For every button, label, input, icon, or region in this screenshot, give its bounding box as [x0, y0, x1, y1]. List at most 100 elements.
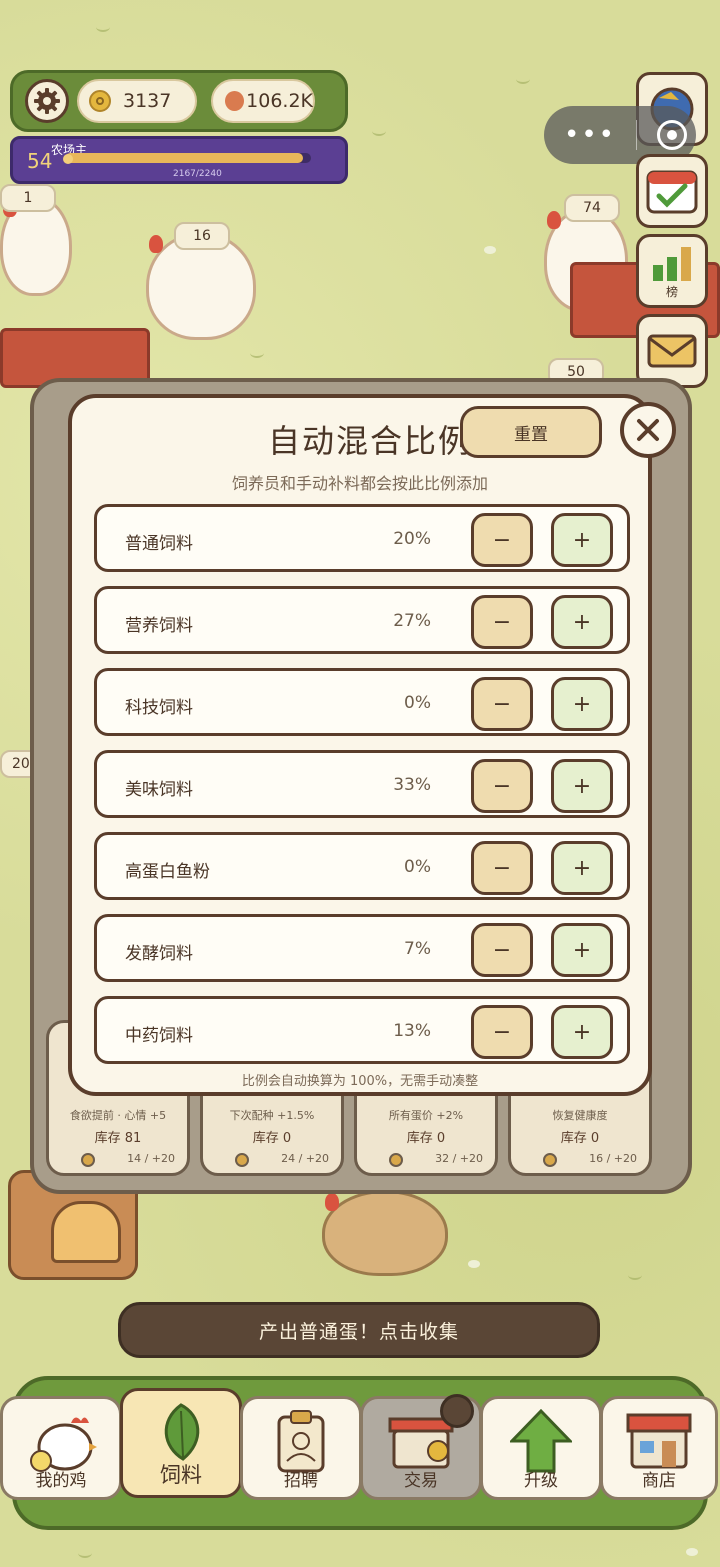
egg-value: 106.2K: [246, 90, 313, 112]
grass-tuft: [372, 126, 386, 136]
xp-knob: [63, 154, 73, 164]
mail-button[interactable]: [636, 314, 708, 388]
lock-icon: [440, 1394, 474, 1428]
nav-label: 商店: [642, 1471, 676, 1491]
up-arrow-icon: [510, 1409, 572, 1473]
coin-icon: [89, 90, 111, 112]
xp-text: 2167/2240: [173, 169, 222, 179]
egg-icon: [225, 91, 245, 111]
feed-card-effect: 所有蛋价 +2%: [388, 1109, 464, 1122]
feed-card-cost: 32 / +20: [435, 1152, 483, 1165]
feed-ratio-row: 普通饲料 20% − +: [94, 504, 630, 572]
decrease-button[interactable]: −: [471, 513, 533, 567]
chicken-count-tag: 16: [174, 222, 230, 250]
pebble: [484, 246, 496, 254]
decrease-button[interactable]: −: [471, 595, 533, 649]
grass-tuft: [96, 22, 110, 32]
capsule-divider: [636, 120, 637, 150]
feed-name: 普通饲料: [125, 534, 193, 554]
level-progress[interactable]: 农场主 54 2167/2240: [10, 136, 348, 184]
chicken-count-tag: 74: [564, 194, 620, 222]
feed-name: 发酵饲料: [125, 944, 193, 964]
close-target-icon[interactable]: [657, 120, 687, 150]
feed-percent: 27%: [393, 611, 431, 631]
feed-name: 中药饲料: [125, 1026, 193, 1046]
nav-upgrade[interactable]: 升级: [480, 1396, 602, 1500]
settings-button[interactable]: [25, 79, 69, 123]
nav-label: 交易: [404, 1471, 438, 1491]
increase-button[interactable]: +: [551, 1005, 613, 1059]
increase-button[interactable]: +: [551, 677, 613, 731]
leaderboard-label: 榜: [665, 284, 678, 299]
nav-label: 我的鸡: [35, 1471, 87, 1491]
leaderboard-button[interactable]: 榜: [636, 234, 708, 308]
gear-icon: [34, 88, 60, 114]
pebble: [686, 1548, 698, 1556]
decrease-button[interactable]: −: [471, 759, 533, 813]
close-button[interactable]: [620, 402, 676, 458]
feed-ratio-row: 科技饲料 0% − +: [94, 668, 630, 736]
feed-card-stock: 库存 0: [252, 1131, 292, 1146]
coin-value: 3137: [123, 90, 172, 112]
grass-tuft: [78, 1548, 92, 1558]
coin-icon: [81, 1153, 95, 1167]
nav-recruit[interactable]: 招聘: [240, 1396, 362, 1500]
decrease-button[interactable]: −: [471, 923, 533, 977]
feed-card-stock: 库存 0: [560, 1131, 600, 1146]
chicken-sprite[interactable]: [322, 1190, 448, 1276]
grass-tuft: [250, 348, 264, 358]
auto-mix-ratio-dialog: 自动混合比例 重置 饲养员和手动补料都会按此比例添加 普通饲料 20% − + …: [68, 394, 652, 1096]
increase-button[interactable]: +: [551, 759, 613, 813]
feed-percent: 33%: [393, 775, 431, 795]
nav-label: 饲料: [160, 1463, 202, 1487]
coin-icon: [543, 1153, 557, 1167]
more-icon[interactable]: •••: [564, 120, 614, 150]
feed-ratio-row: 发酵饲料 7% − +: [94, 914, 630, 982]
envelope-icon: [647, 334, 697, 368]
pebble: [468, 1260, 480, 1268]
feed-percent: 0%: [404, 857, 431, 877]
feed-ratio-row: 中药饲料 13% − +: [94, 996, 630, 1064]
egg-counter[interactable]: 106.2K: [211, 79, 315, 123]
close-icon: [637, 419, 659, 441]
increase-button[interactable]: +: [551, 595, 613, 649]
feed-card-effect: 恢复健康度: [552, 1109, 608, 1122]
xp-fill: [65, 153, 303, 163]
nav-feed[interactable]: 饲料: [120, 1388, 242, 1498]
dialog-title: 自动混合比例: [268, 422, 473, 460]
feed-card-stock: 库存 0: [406, 1131, 446, 1146]
level-number: 54: [27, 149, 53, 173]
increase-button[interactable]: +: [551, 841, 613, 895]
feed-percent: 20%: [393, 529, 431, 549]
nav-my-chickens[interactable]: 我的鸡: [0, 1396, 122, 1500]
grass-tuft: [516, 74, 530, 84]
increase-button[interactable]: +: [551, 513, 613, 567]
decrease-button[interactable]: −: [471, 841, 533, 895]
coin-icon: [235, 1153, 249, 1167]
feed-card-effect: 食欲提前 · 心情 +5: [69, 1109, 167, 1122]
feed-name: 营养饲料: [125, 616, 193, 636]
reset-button[interactable]: 重置: [460, 406, 602, 458]
decrease-button[interactable]: −: [471, 1005, 533, 1059]
calendar-check-icon: [646, 170, 698, 214]
feed-name: 科技饲料: [125, 698, 193, 718]
bar-chart-icon: [653, 246, 691, 281]
dialog-footnote: 比例会自动换算为 100%，无需手动凑整: [241, 1074, 479, 1089]
increase-button[interactable]: +: [551, 923, 613, 977]
xp-track: [65, 153, 311, 163]
shop-icon: [626, 1413, 692, 1469]
feed-card-effect: 下次配种 +1.5%: [229, 1109, 315, 1122]
feed-card-cost: 24 / +20: [281, 1152, 329, 1165]
feed-card-cost: 16 / +20: [589, 1152, 637, 1165]
nav-shop[interactable]: 商店: [600, 1396, 718, 1500]
resource-bar: 3137 106.2K: [10, 70, 348, 132]
feed-percent: 0%: [404, 693, 431, 713]
decrease-button[interactable]: −: [471, 677, 533, 731]
daily-checkin-button[interactable]: [636, 154, 708, 228]
nav-label: 招聘: [284, 1471, 318, 1491]
feed-card-cost: 14 / +20: [127, 1152, 175, 1165]
feed-ratio-row: 高蛋白鱼粉 0% − +: [94, 832, 630, 900]
collect-egg-notice[interactable]: 产出普通蛋！点击收集: [118, 1302, 600, 1358]
nav-label: 升级: [524, 1471, 558, 1491]
coin-counter[interactable]: 3137: [77, 79, 197, 123]
